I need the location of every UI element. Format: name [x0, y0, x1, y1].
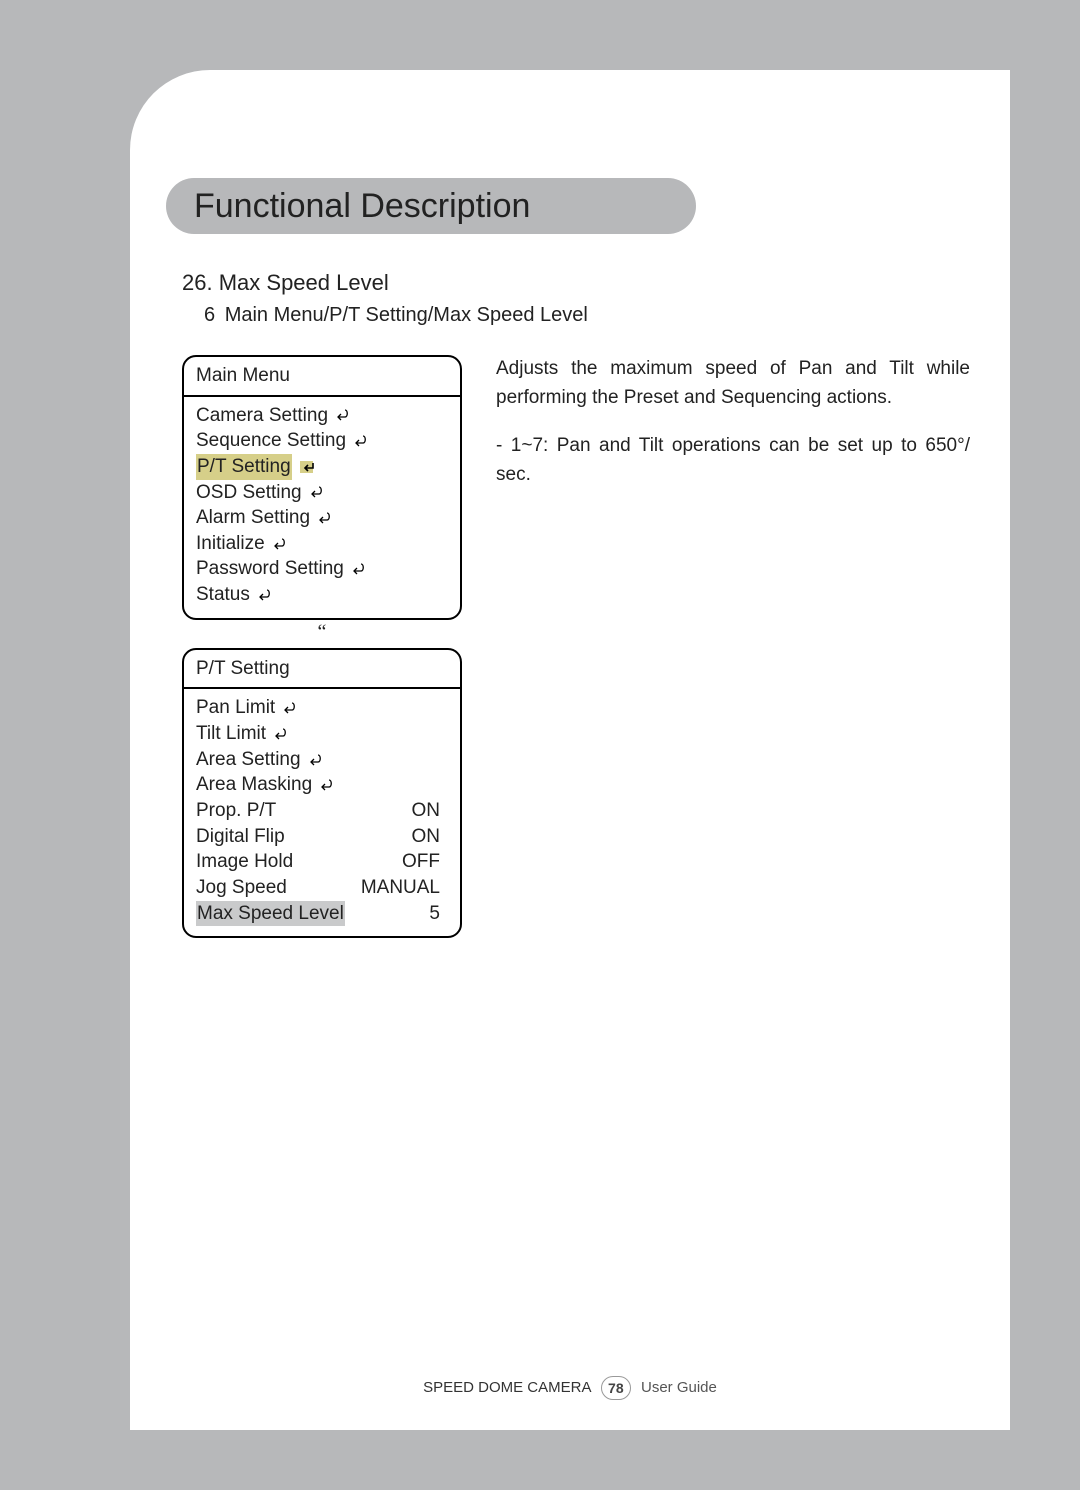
pt-menu-item-row: Max Speed Level 5 [196, 901, 448, 927]
pt-menu-item-row: Pan Limit [196, 695, 448, 721]
pt-menu-item-row: Digital Flip ON [196, 824, 448, 850]
left-column: Main Menu Camera SettingSequence Setting… [182, 355, 462, 938]
description-paragraph: Adjusts the maximum speed of Pan and Til… [496, 355, 970, 412]
main-menu-item-label: Camera Setting [196, 403, 328, 429]
main-menu-item-row: P/T Setting [196, 454, 448, 480]
pt-menu-item-label: Area Masking [196, 772, 312, 798]
pt-menu-item-label: Prop. P/T [196, 798, 276, 824]
pt-menu-item-label: Jog Speed [196, 875, 287, 901]
pt-menu-item-value: OFF [402, 849, 448, 875]
footer-left: SPEED DOME CAMERA [423, 1379, 591, 1396]
pt-menu-item-label: Max Speed Level [196, 901, 345, 927]
pt-menu-item-value: ON [412, 798, 449, 824]
pt-menu-item-row: Prop. P/T ON [196, 798, 448, 824]
breadcrumb-number: 6 [204, 304, 215, 327]
main-menu-item-label: OSD Setting [196, 480, 302, 506]
document-page: Functional Description 26. Max Speed Lev… [130, 70, 1010, 1430]
pt-menu-item-value: 5 [429, 901, 448, 927]
main-menu-item-row: Sequence Setting [196, 428, 448, 454]
breadcrumb: 6 Main Menu/P/T Setting/Max Speed Level [204, 304, 970, 327]
pt-menu-item-row: Image Hold OFF [196, 849, 448, 875]
content-area: 26. Max Speed Level 6 Main Menu/P/T Sett… [182, 270, 970, 938]
submenu-cursor-icon [320, 779, 333, 791]
two-column-layout: Main Menu Camera SettingSequence Setting… [182, 355, 970, 938]
description-bullet-1: - 1~7: Pan and Tilt operations can be se… [496, 432, 970, 489]
pt-menu-item-label: Digital Flip [196, 824, 285, 850]
pt-menu-title: P/T Setting [184, 650, 460, 690]
pt-menu-item-label: Pan Limit [196, 695, 275, 721]
pt-menu-item-row: Area Setting [196, 747, 448, 773]
main-menu-item-label: Initialize [196, 531, 265, 557]
page-number-badge: 78 [601, 1376, 631, 1400]
pt-menu-item-value: ON [412, 824, 449, 850]
main-menu-box: Main Menu Camera SettingSequence Setting… [182, 355, 462, 620]
main-menu-item-label: Password Setting [196, 556, 344, 582]
pt-menu-item-label: Image Hold [196, 849, 293, 875]
enter-cursor-icon [300, 461, 313, 473]
submenu-cursor-icon [273, 538, 286, 550]
main-menu-item-label: Alarm Setting [196, 505, 310, 531]
submenu-cursor-icon [354, 435, 367, 447]
footer-right: User Guide [641, 1379, 717, 1396]
main-menu-item-row: Initialize [196, 531, 448, 557]
submenu-cursor-icon [318, 512, 331, 524]
page-header-title: Functional Description [194, 187, 530, 226]
pt-menu-body: Pan LimitTilt LimitArea SettingArea Mask… [184, 689, 460, 936]
pt-menu-item-label: Tilt Limit [196, 721, 266, 747]
pt-menu-item-value: MANUAL [361, 875, 448, 901]
main-menu-item-label: Sequence Setting [196, 428, 346, 454]
right-column: Adjusts the maximum speed of Pan and Til… [496, 355, 970, 509]
pt-menu-item-row: Tilt Limit [196, 721, 448, 747]
page-header-pill: Functional Description [166, 178, 696, 234]
section-number: 26. [182, 270, 213, 295]
submenu-cursor-icon [309, 754, 322, 766]
main-menu-item-label: Status [196, 582, 250, 608]
menu-divider-glyph: “ [182, 620, 462, 648]
section-title-text: Max Speed Level [219, 270, 389, 295]
pt-menu-item-row: Area Masking [196, 772, 448, 798]
main-menu-body: Camera SettingSequence SettingP/T Settin… [184, 397, 460, 618]
main-menu-item-row: Status [196, 582, 448, 608]
submenu-cursor-icon [258, 589, 271, 601]
submenu-cursor-icon [283, 702, 296, 714]
submenu-cursor-icon [310, 486, 323, 498]
submenu-cursor-icon [352, 563, 365, 575]
submenu-cursor-icon [336, 409, 349, 421]
main-menu-title: Main Menu [184, 357, 460, 397]
main-menu-item-row: Camera Setting [196, 403, 448, 429]
pt-menu-item-row: Jog Speed MANUAL [196, 875, 448, 901]
page-footer: SPEED DOME CAMERA 78 User Guide [130, 1376, 1010, 1400]
pt-menu-item-label: Area Setting [196, 747, 301, 773]
main-menu-item-row: Password Setting [196, 556, 448, 582]
section-heading: 26. Max Speed Level [182, 270, 970, 296]
main-menu-item-label: P/T Setting [196, 454, 292, 480]
pt-setting-menu-box: P/T Setting Pan LimitTilt LimitArea Sett… [182, 648, 462, 938]
main-menu-item-row: OSD Setting [196, 480, 448, 506]
main-menu-item-row: Alarm Setting [196, 505, 448, 531]
submenu-cursor-icon [274, 728, 287, 740]
breadcrumb-path: Main Menu/P/T Setting/Max Speed Level [225, 304, 588, 326]
